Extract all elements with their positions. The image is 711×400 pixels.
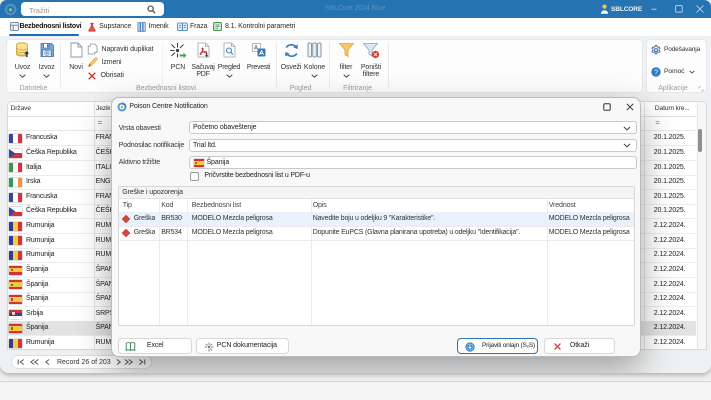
svg-text:?: ? — [654, 69, 658, 76]
